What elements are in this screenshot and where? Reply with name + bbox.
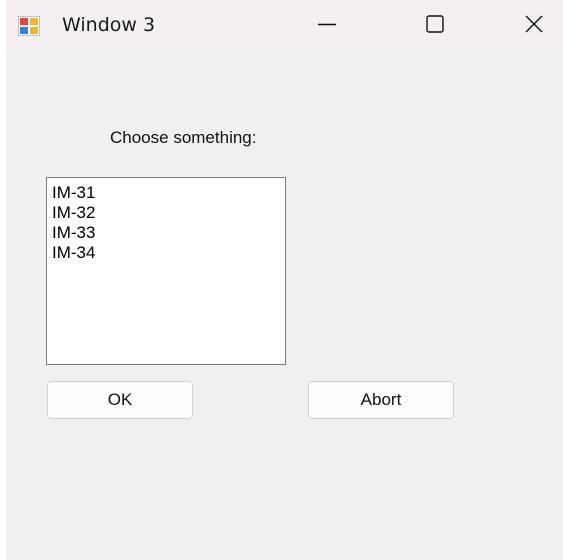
close-button[interactable] <box>505 0 563 52</box>
ok-button[interactable]: OK <box>47 381 193 419</box>
prompt-label: Choose something: <box>110 128 257 147</box>
title-bar[interactable]: Window 3 <box>6 0 563 52</box>
list-item[interactable]: IM-32 <box>52 203 285 223</box>
close-icon <box>524 14 544 39</box>
maximize-icon <box>425 14 445 39</box>
choice-listbox[interactable]: IM-31 IM-32 IM-33 IM-34 <box>46 177 286 365</box>
list-item[interactable]: IM-31 <box>52 183 285 203</box>
abort-button[interactable]: Abort <box>308 381 454 419</box>
list-item[interactable]: IM-34 <box>52 243 285 263</box>
minimize-button[interactable] <box>298 0 356 52</box>
app-window-icon <box>17 15 41 37</box>
dialog-window: Window 3 Choose something: IM-31 IM-32 I… <box>6 0 563 560</box>
list-item[interactable]: IM-33 <box>52 223 285 243</box>
minimize-icon <box>317 14 337 39</box>
maximize-button[interactable] <box>406 0 464 52</box>
window-title: Window 3 <box>62 14 156 36</box>
